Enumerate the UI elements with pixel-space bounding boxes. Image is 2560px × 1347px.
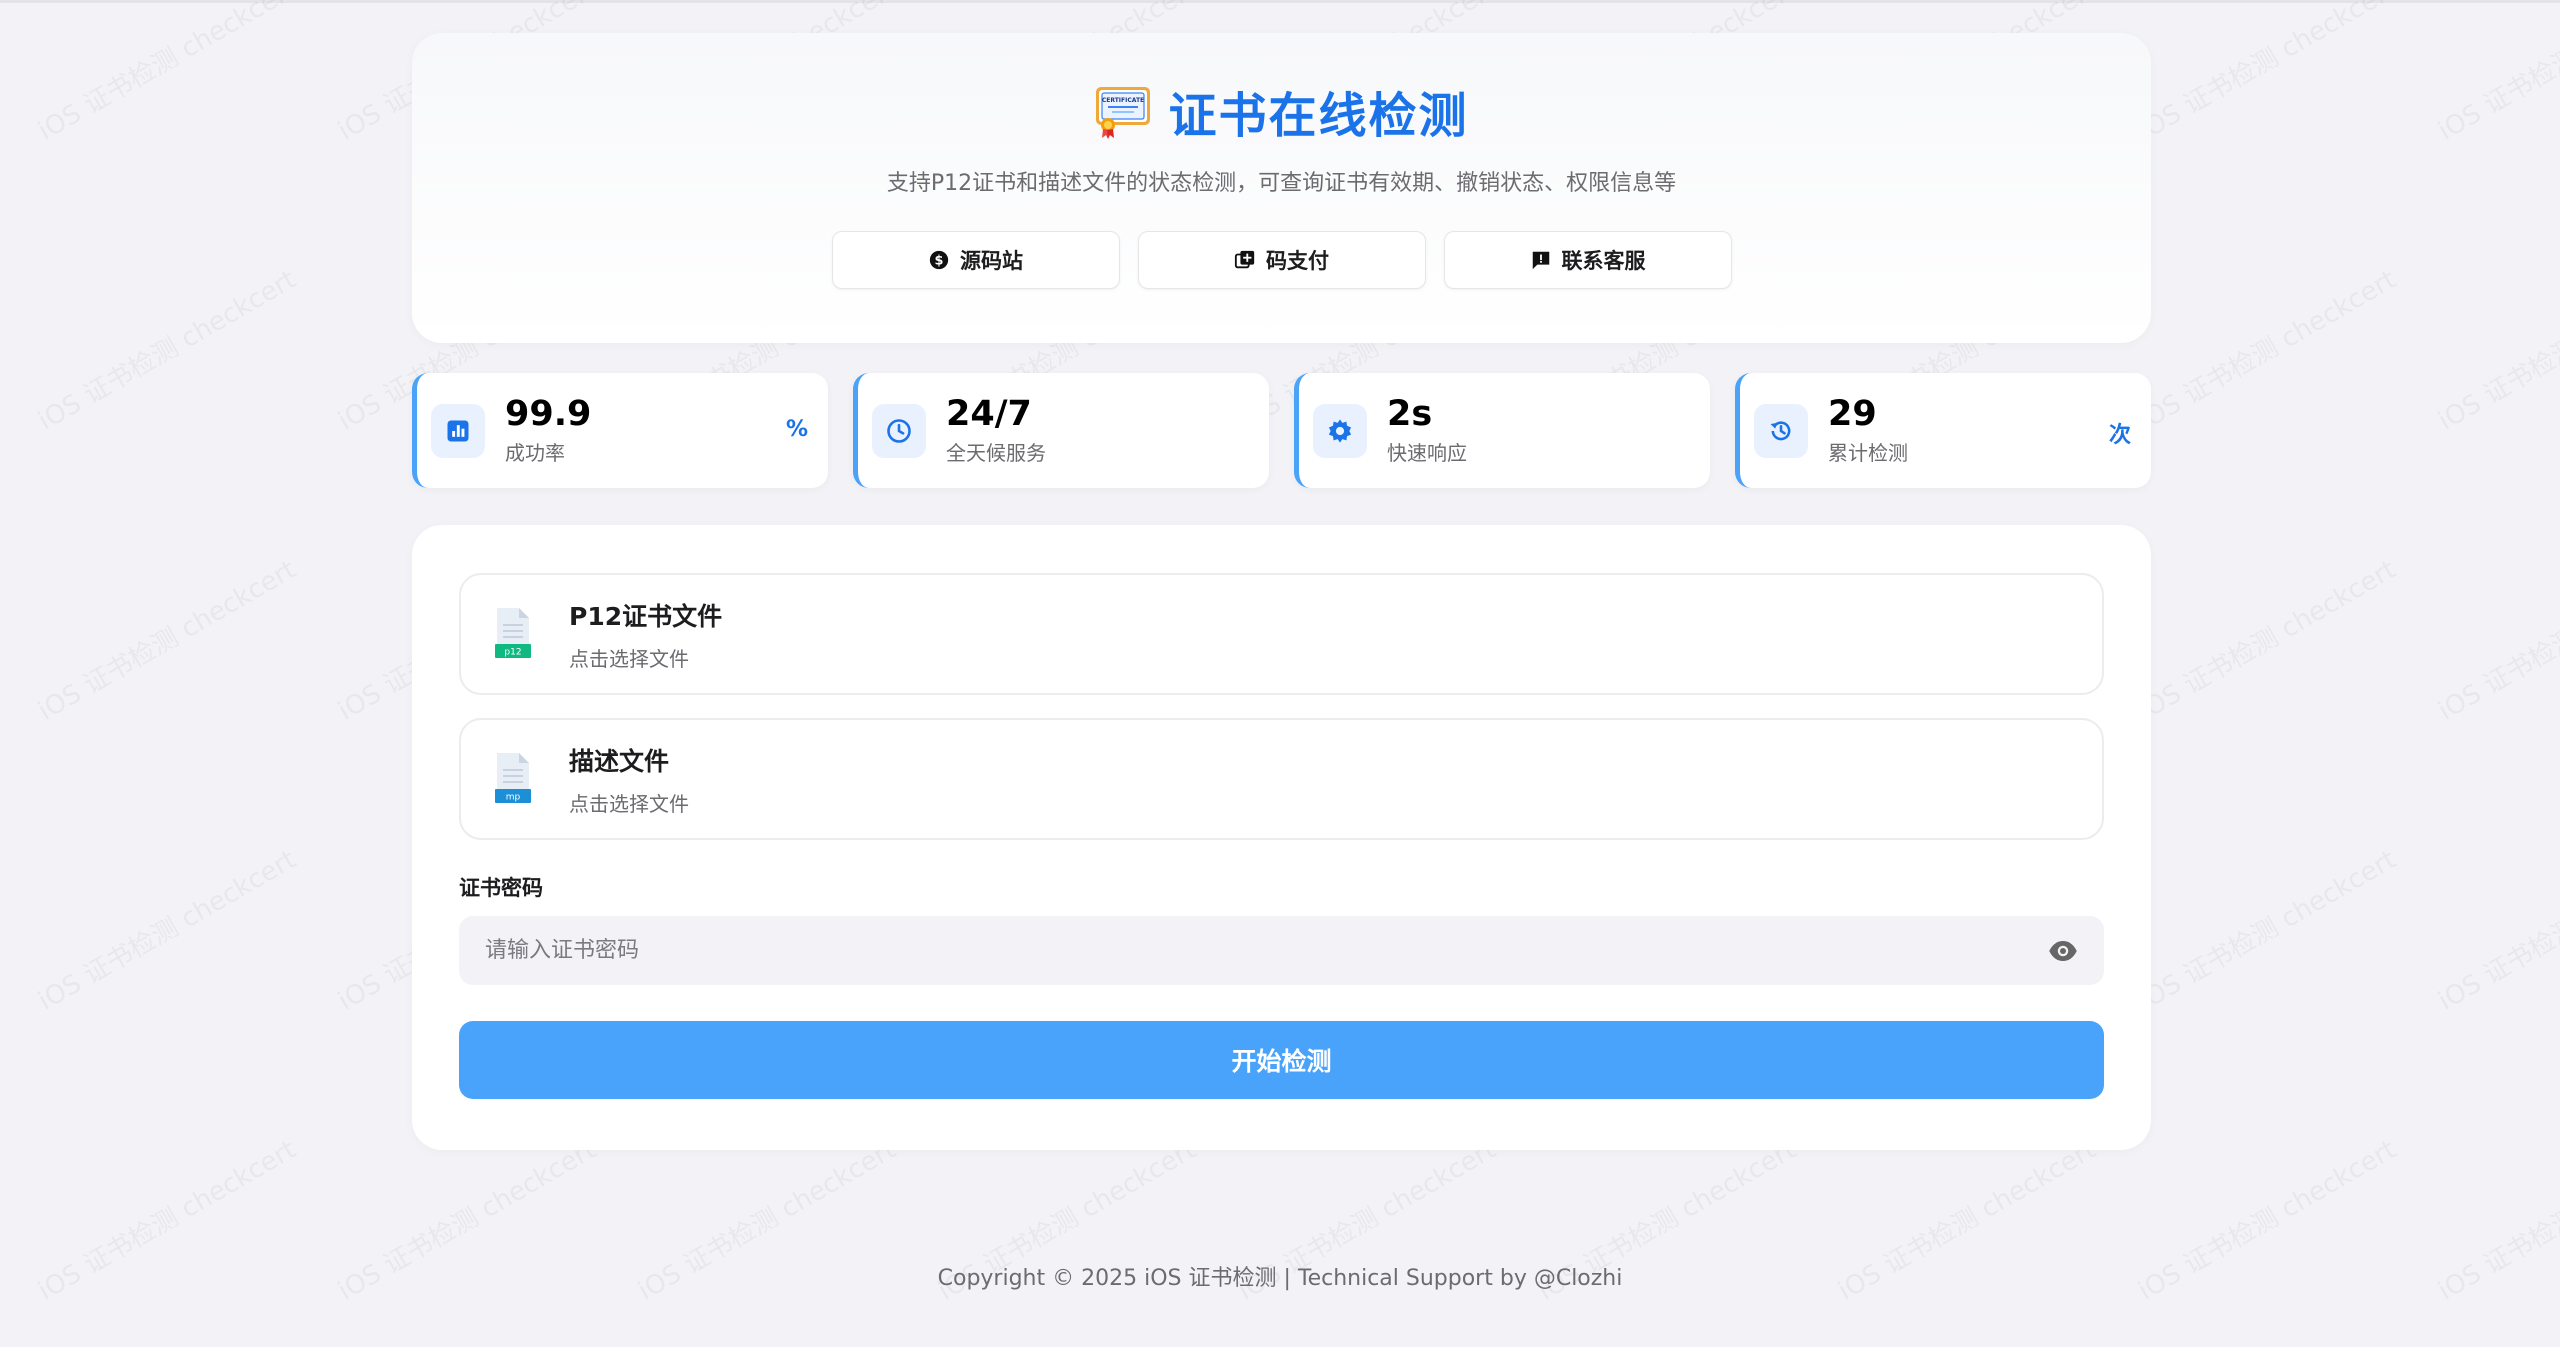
start-check-button[interactable]: 开始检测 xyxy=(459,1021,2104,1099)
stat-label: 成功率 xyxy=(505,441,565,466)
watermark-text: iOS 证书检测 checkcert xyxy=(2130,259,2401,437)
dollar-circle-icon: $ xyxy=(929,250,949,270)
stat-icon-wrap xyxy=(1313,403,1367,458)
page-container: CERTIFICATE 证书在线检测 支持P12证书和描述文件的状态检测，可查询… xyxy=(412,33,2151,1150)
stat-icon-wrap xyxy=(1754,403,1808,458)
certificate-icon: CERTIFICATE xyxy=(1094,83,1152,139)
top-divider xyxy=(0,0,2560,3)
stat-unit: % xyxy=(785,417,808,442)
contact-support-button[interactable]: 联系客服 xyxy=(1443,231,1732,289)
stat-value: 99.9 xyxy=(505,393,592,434)
stat-value: 29 xyxy=(1828,393,1877,434)
code-pay-label: 码支付 xyxy=(1266,249,1329,273)
p12-file-title: P12证书文件 xyxy=(569,601,723,631)
watermark-text: iOS 证书检测 checkcert xyxy=(2430,259,2560,437)
page-subtitle: 支持P12证书和描述文件的状态检测，可查询证书有效期、撤销状态、权限信息等 xyxy=(886,171,1677,196)
stat-label: 快速响应 xyxy=(1387,441,1467,466)
chart-box-icon xyxy=(447,420,469,441)
password-wrapper xyxy=(459,916,2104,985)
p12-file-picker[interactable]: p12 P12证书文件 点击选择文件 xyxy=(459,573,2104,695)
watermark-text: iOS 证书检测 checkcert xyxy=(2130,549,2401,727)
watermark-text: iOS 证书检测 checkcert xyxy=(30,839,301,1017)
watermark-text: iOS 证书检测 checkcert xyxy=(2430,549,2560,727)
clock-icon xyxy=(887,418,911,443)
history-icon xyxy=(1770,420,1791,440)
watermark-text: iOS 证书检测 checkcert xyxy=(30,259,301,437)
check-form-card: p12 P12证书文件 点击选择文件 mp 描述文件 点击选择文件 证书密码 开… xyxy=(412,525,2151,1150)
stat-response: 2s 快速响应 xyxy=(1294,373,1710,488)
p12-file-icon: p12 xyxy=(495,608,531,658)
page-title: 证书在线检测 xyxy=(1168,88,1469,144)
svg-text:CERTIFICATE: CERTIFICATE xyxy=(1102,97,1144,104)
svg-text:p12: p12 xyxy=(504,648,521,658)
stats-row: 99.9 成功率 % 24/7 全天候服务 2s 快速响应 29 累计检测 次 xyxy=(412,373,2151,488)
watermark-text: iOS 证书检测 checkcert xyxy=(2430,839,2560,1017)
stat-icon-wrap xyxy=(431,403,485,458)
stat-icon-wrap xyxy=(872,403,926,458)
p12-file-hint: 点击选择文件 xyxy=(569,646,689,671)
profile-file-hint: 点击选择文件 xyxy=(569,791,689,816)
stat-total-checks: 29 累计检测 次 xyxy=(1735,373,2151,488)
svg-text:$: $ xyxy=(935,254,944,269)
watermark-text: iOS 证书检测 checkcert xyxy=(30,0,301,148)
footer-copyright: Copyright © 2025 iOS 证书检测 | Technical Su… xyxy=(937,1266,1623,1291)
link-row: $ 源码站 码支付 联系客服 xyxy=(412,231,2151,289)
stat-unit: 次 xyxy=(2108,423,2131,448)
gear-icon xyxy=(1328,418,1352,443)
watermark-text: iOS 证书检测 checkcert xyxy=(2430,0,2560,148)
watermark-text: iOS 证书检测 checkcert xyxy=(2130,839,2401,1017)
watermark-text: iOS 证书检测 checkcert xyxy=(30,549,301,727)
stat-label: 累计检测 xyxy=(1828,441,1908,466)
contact-support-label: 联系客服 xyxy=(1561,249,1646,273)
title-row: CERTIFICATE 证书在线检测 xyxy=(412,79,2151,144)
stat-service: 24/7 全天候服务 xyxy=(853,373,1269,488)
watermark-text: iOS 证书检测 checkcert xyxy=(2130,0,2401,148)
source-site-button[interactable]: $ 源码站 xyxy=(831,231,1120,289)
password-label: 证书密码 xyxy=(459,876,543,900)
password-input[interactable] xyxy=(485,938,1985,963)
stat-label: 全天候服务 xyxy=(946,441,1046,466)
profile-file-icon: mp xyxy=(495,753,531,803)
stat-value: 2s xyxy=(1387,393,1433,434)
eye-icon[interactable] xyxy=(2048,936,2078,966)
profile-file-picker[interactable]: mp 描述文件 点击选择文件 xyxy=(459,718,2104,840)
svg-text:mp: mp xyxy=(506,793,521,803)
header-card: CERTIFICATE 证书在线检测 支持P12证书和描述文件的状态检测，可查询… xyxy=(412,33,2151,343)
profile-file-title: 描述文件 xyxy=(569,746,670,776)
code-pay-button[interactable]: 码支付 xyxy=(1137,231,1426,289)
source-site-label: 源码站 xyxy=(960,249,1023,273)
stat-success-rate: 99.9 成功率 % xyxy=(412,373,828,488)
chat-alert-icon xyxy=(1532,251,1549,270)
stat-value: 24/7 xyxy=(946,393,1032,434)
plus-square-icon xyxy=(1234,250,1255,269)
